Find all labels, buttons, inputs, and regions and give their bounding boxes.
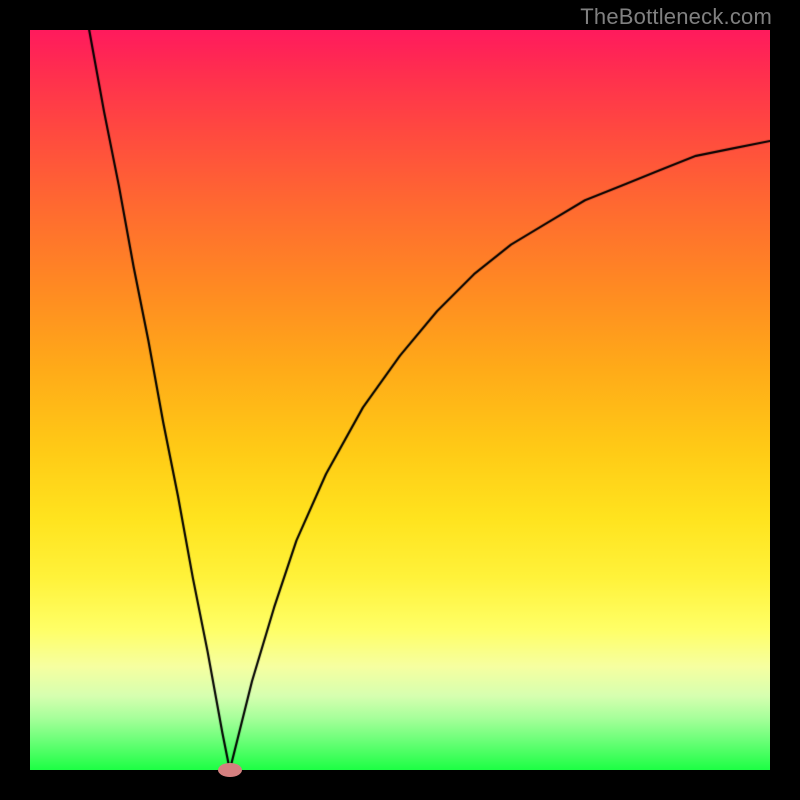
watermark-label: TheBottleneck.com [580, 4, 772, 30]
chart-frame: TheBottleneck.com [0, 0, 800, 800]
optimal-point-marker [218, 763, 242, 777]
bottleneck-curve [30, 30, 770, 770]
plot-area [30, 30, 770, 770]
